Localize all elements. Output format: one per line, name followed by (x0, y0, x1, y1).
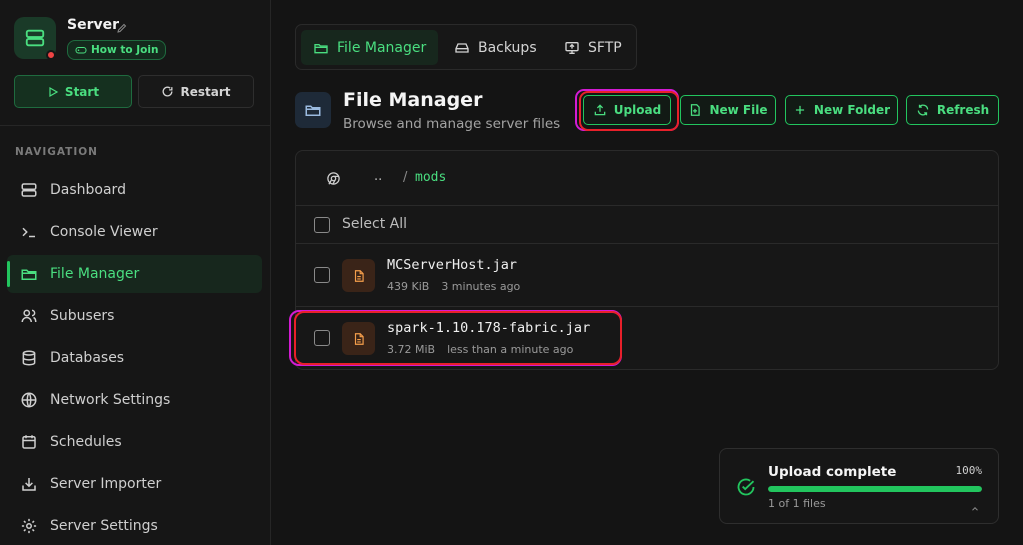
sidebar-item-label: Schedules (50, 434, 122, 450)
refresh-icon (917, 104, 929, 116)
sidebar-item-console-viewer[interactable]: Console Viewer (7, 213, 262, 251)
sidebar-item-label: Databases (50, 350, 125, 366)
users-icon (21, 309, 37, 323)
sidebar-item-label: File Manager (50, 266, 140, 282)
restart-label: Restart (180, 84, 231, 99)
nav-title: NAVIGATION (15, 146, 98, 158)
tab-label: Backups (478, 39, 537, 56)
folder-icon (21, 269, 37, 280)
sidebar-item-network-settings[interactable]: Network Settings (7, 381, 262, 419)
sidebar-divider (0, 125, 270, 126)
tab-file-manager[interactable]: File Manager (301, 30, 439, 65)
database-icon (22, 350, 36, 366)
breadcrumb-parent[interactable]: .. (374, 169, 382, 184)
toast-percent: 100% (955, 464, 983, 477)
progress-bar (768, 486, 982, 492)
chrome-icon[interactable] (326, 171, 341, 190)
sidebar-item-databases[interactable]: Databases (7, 339, 262, 377)
start-button[interactable]: Start (14, 75, 132, 108)
breadcrumb-current[interactable]: mods (415, 170, 446, 185)
new-file-button[interactable]: New File (680, 95, 776, 125)
new-file-label: New File (709, 103, 768, 117)
file-name[interactable]: MCServerHost.jar (387, 257, 517, 273)
tab-label: File Manager (337, 39, 427, 56)
sidebar-item-label: Subusers (50, 308, 115, 324)
new-folder-label: New Folder (813, 103, 891, 117)
import-icon (22, 478, 36, 491)
folder-icon (314, 43, 328, 53)
plus-icon (795, 105, 804, 115)
file-icon (342, 259, 375, 292)
breadcrumb: .. / mods (296, 151, 998, 206)
select-all-row: Select All (296, 206, 998, 244)
page-title: File Manager (343, 89, 483, 111)
upload-highlight (575, 89, 679, 131)
sidebar-item-label: Network Settings (50, 392, 171, 408)
start-label: Start (64, 84, 100, 99)
sidebar-item-dashboard[interactable]: Dashboard (7, 171, 262, 209)
how-to-join-label: How to Join (91, 44, 159, 56)
gear-icon (21, 518, 37, 534)
sidebar-item-schedules[interactable]: Schedules (7, 423, 262, 461)
folder-icon (295, 92, 331, 128)
toast-count: 1 of 1 files (768, 497, 826, 510)
server-status-dot (46, 50, 56, 60)
restart-icon (163, 86, 173, 97)
page-subtitle: Browse and manage server files (343, 116, 561, 132)
check-circle-icon (736, 477, 756, 501)
pencil-icon[interactable] (116, 19, 128, 38)
sidebar-item-label: Server Importer (50, 476, 162, 492)
server-name: Server (67, 17, 120, 33)
new-folder-button[interactable]: New Folder (785, 95, 898, 125)
play-icon (49, 86, 59, 97)
file-size: 439 KiB (387, 280, 430, 293)
file-checkbox[interactable] (314, 267, 330, 283)
tab-sftp[interactable]: SFTP (552, 30, 634, 65)
file-plus-icon (691, 104, 701, 116)
how-to-join-button[interactable]: How to Join (67, 40, 167, 60)
sidebar-item-server-settings[interactable]: Server Settings (7, 507, 262, 545)
monitor-icon (565, 41, 579, 54)
sidebar-item-server-importer[interactable]: Server Importer (7, 465, 262, 503)
file-highlight (289, 310, 622, 366)
tab-backups[interactable]: Backups (442, 30, 549, 65)
sidebar-item-label: Server Settings (50, 518, 158, 534)
globe-icon (21, 392, 37, 408)
gamepad-icon (75, 47, 87, 54)
terminal-icon (22, 227, 35, 238)
select-all-label: Select All (342, 216, 407, 232)
upload-toast: Upload complete 100% 1 of 1 files (719, 448, 999, 524)
tab-label: SFTP (588, 39, 622, 56)
sidebar-item-file-manager[interactable]: File Manager (7, 255, 262, 293)
refresh-button[interactable]: Refresh (906, 95, 999, 125)
sidebar-item-label: Dashboard (50, 182, 126, 198)
tab-bar: File Manager Backups SFTP (295, 24, 637, 70)
breadcrumb-separator: / (403, 170, 408, 185)
file-meta: 439 KiB 3 minutes ago (387, 280, 520, 293)
hard-drive-icon (455, 42, 469, 53)
chevron-up-icon[interactable] (970, 499, 980, 518)
server-icon (21, 183, 37, 197)
file-row[interactable]: MCServerHost.jar 439 KiB 3 minutes ago (296, 245, 998, 307)
calendar-icon (22, 435, 36, 449)
progress-fill (768, 486, 982, 492)
sidebar: Server How to Join Start Restart NAVIGAT… (0, 0, 271, 545)
sidebar-item-subusers[interactable]: Subusers (7, 297, 262, 335)
toast-title: Upload complete (768, 464, 897, 480)
sidebar-item-label: Console Viewer (50, 224, 158, 240)
select-all-checkbox[interactable] (314, 217, 330, 233)
file-modified: 3 minutes ago (441, 280, 521, 293)
restart-button[interactable]: Restart (138, 75, 254, 108)
refresh-label: Refresh (936, 103, 990, 117)
